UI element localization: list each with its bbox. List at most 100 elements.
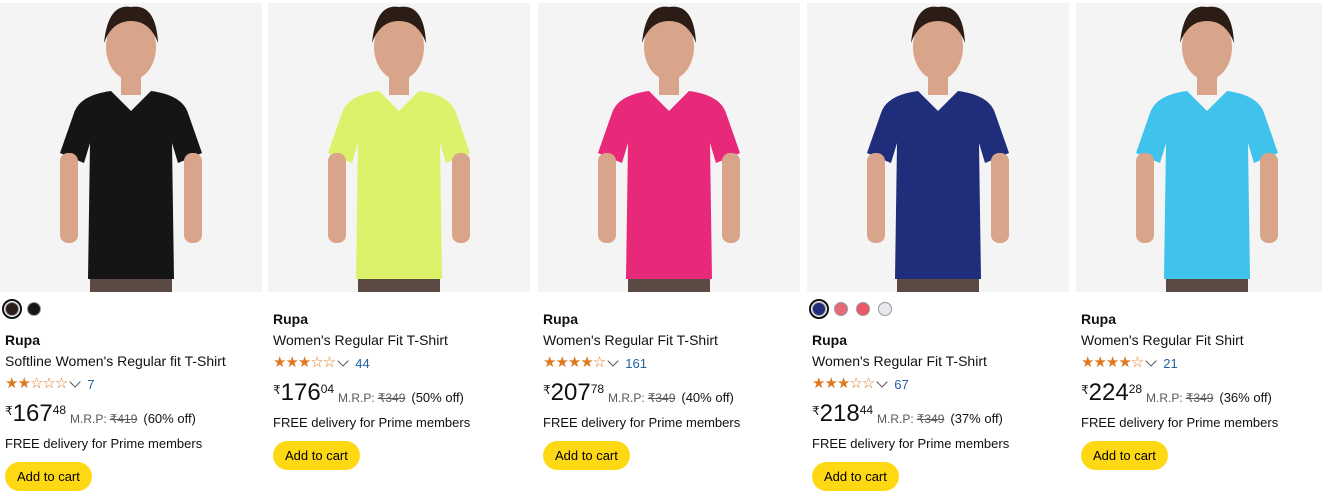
product-card: Rupa Women's Regular Fit T-Shirt ★★★☆☆ 4… (268, 0, 530, 488)
chevron-down-icon[interactable] (876, 376, 888, 388)
price-row: ₹ 218 44 M.R.P: ₹349 (37% off) (812, 401, 1065, 431)
review-count-link[interactable]: 161 (625, 356, 647, 371)
rating-row: ★★★☆☆ 67 (812, 375, 1065, 393)
mrp-value: ₹349 (1185, 391, 1214, 405)
color-swatch[interactable] (856, 302, 870, 316)
rating-row: ★★★★☆ 21 (1081, 354, 1322, 372)
review-count-link[interactable]: 7 (87, 377, 94, 392)
currency-symbol: ₹ (812, 404, 820, 418)
chevron-down-icon[interactable] (1145, 355, 1157, 367)
currency-symbol: ₹ (543, 383, 551, 397)
model-photo-placeholder (807, 3, 1069, 292)
price-fraction: 28 (1128, 382, 1143, 396)
add-to-cart-button[interactable]: Add to cart (543, 441, 630, 470)
delivery-text: FREE delivery for Prime members (5, 436, 203, 451)
delivery-text: FREE delivery for Prime members (1081, 415, 1279, 430)
discount-text: (40% off) (681, 390, 734, 405)
product-image[interactable] (0, 3, 262, 292)
product-card: Rupa Women's Regular Fit Shirt ★★★★☆ 21 … (1076, 0, 1322, 488)
brand-name: Rupa (543, 311, 578, 327)
price-row: ₹ 167 48 M.R.P: ₹419 (60% off) (5, 401, 258, 431)
product-image[interactable] (538, 3, 800, 292)
mrp-label: M.R.P: (1146, 391, 1183, 405)
chevron-down-icon[interactable] (69, 376, 81, 388)
star-rating-icon[interactable]: ★★☆☆☆ (5, 376, 68, 392)
mrp-label: M.R.P: (608, 391, 645, 405)
price-fraction: 44 (859, 403, 874, 417)
price-row: ₹ 176 04 M.R.P: ₹349 (50% off) (273, 380, 526, 410)
price-row: ₹ 207 78 M.R.P: ₹349 (40% off) (543, 380, 796, 410)
add-to-cart-button[interactable]: Add to cart (5, 462, 92, 491)
product-image[interactable] (268, 3, 530, 292)
currency-symbol: ₹ (5, 404, 13, 418)
color-swatch[interactable] (834, 302, 848, 316)
rating-row: ★★☆☆☆ 7 (5, 375, 258, 393)
model-photo-placeholder (268, 3, 530, 292)
currency-symbol: ₹ (1081, 383, 1089, 397)
product-title[interactable]: Women's Regular Fit Shirt (1081, 330, 1322, 350)
mrp-value: ₹419 (109, 412, 138, 426)
mrp-label: M.R.P: (338, 391, 375, 405)
price-whole: 167 (12, 400, 53, 427)
mrp-label: M.R.P: (877, 412, 914, 426)
star-rating-icon[interactable]: ★★★☆☆ (812, 376, 875, 392)
add-to-cart-button[interactable]: Add to cart (812, 462, 899, 491)
brand-name: Rupa (812, 332, 847, 348)
delivery-text: FREE delivery for Prime members (812, 436, 1010, 451)
product-card: Rupa Women's Regular Fit T-Shirt ★★★★☆ 1… (538, 0, 800, 488)
star-rating-icon[interactable]: ★★★★☆ (543, 355, 606, 371)
brand-name: Rupa (1081, 311, 1116, 327)
product-info: Rupa Women's Regular Fit T-Shirt ★★★☆☆ 6… (812, 331, 1065, 491)
product-card: Rupa Women's Regular Fit T-Shirt ★★★☆☆ 6… (807, 0, 1069, 491)
product-image[interactable] (807, 3, 1069, 292)
rating-row: ★★★☆☆ 44 (273, 354, 526, 372)
star-rating-icon[interactable]: ★★★☆☆ (273, 355, 336, 371)
product-info: Rupa Women's Regular Fit T-Shirt ★★★☆☆ 4… (273, 310, 526, 470)
chevron-down-icon[interactable] (337, 355, 349, 367)
star-rating-icon[interactable]: ★★★★☆ (1081, 355, 1144, 371)
brand-name: Rupa (5, 332, 40, 348)
product-title[interactable]: Softline Women's Regular fit T-Shirt (5, 351, 258, 371)
color-swatch[interactable] (27, 302, 41, 316)
brand-name: Rupa (273, 311, 308, 327)
product-title[interactable]: Women's Regular Fit T-Shirt (273, 330, 526, 350)
discount-text: (60% off) (143, 411, 196, 426)
price-fraction: 48 (52, 403, 67, 417)
color-swatches (2, 299, 41, 319)
product-info: Rupa Women's Regular Fit T-Shirt ★★★★☆ 1… (543, 310, 796, 470)
add-to-cart-button[interactable]: Add to cart (1081, 441, 1168, 470)
delivery-text: FREE delivery for Prime members (543, 415, 741, 430)
discount-text: (50% off) (411, 390, 464, 405)
product-info: Rupa Women's Regular Fit Shirt ★★★★☆ 21 … (1081, 310, 1322, 470)
mrp-value: ₹349 (916, 412, 945, 426)
delivery-text: FREE delivery for Prime members (273, 415, 471, 430)
currency-symbol: ₹ (273, 383, 281, 397)
product-info: Rupa Softline Women's Regular fit T-Shir… (5, 331, 258, 491)
price-row: ₹ 224 28 M.R.P: ₹349 (36% off) (1081, 380, 1322, 410)
discount-text: (37% off) (950, 411, 1003, 426)
model-photo-placeholder (1076, 3, 1322, 292)
price-fraction: 04 (320, 382, 335, 396)
product-title[interactable]: Women's Regular Fit T-Shirt (543, 330, 796, 350)
review-count-link[interactable]: 44 (355, 356, 369, 371)
color-swatch[interactable] (2, 299, 22, 319)
review-count-link[interactable]: 21 (1163, 356, 1177, 371)
mrp-label: M.R.P: (70, 412, 107, 426)
chevron-down-icon[interactable] (607, 355, 619, 367)
rating-row: ★★★★☆ 161 (543, 354, 796, 372)
model-photo-placeholder (538, 3, 800, 292)
price-whole: 218 (819, 400, 860, 427)
price-fraction: 78 (590, 382, 605, 396)
product-image[interactable] (1076, 3, 1322, 292)
add-to-cart-button[interactable]: Add to cart (273, 441, 360, 470)
model-photo-placeholder (0, 3, 262, 292)
product-title[interactable]: Women's Regular Fit T-Shirt (812, 351, 1065, 371)
discount-text: (36% off) (1219, 390, 1272, 405)
color-swatch[interactable] (809, 299, 829, 319)
review-count-link[interactable]: 67 (894, 377, 908, 392)
mrp-value: ₹349 (647, 391, 676, 405)
price-whole: 207 (550, 379, 591, 406)
color-swatch[interactable] (878, 302, 892, 316)
product-card: Rupa Softline Women's Regular fit T-Shir… (0, 0, 262, 491)
price-whole: 176 (280, 379, 321, 406)
